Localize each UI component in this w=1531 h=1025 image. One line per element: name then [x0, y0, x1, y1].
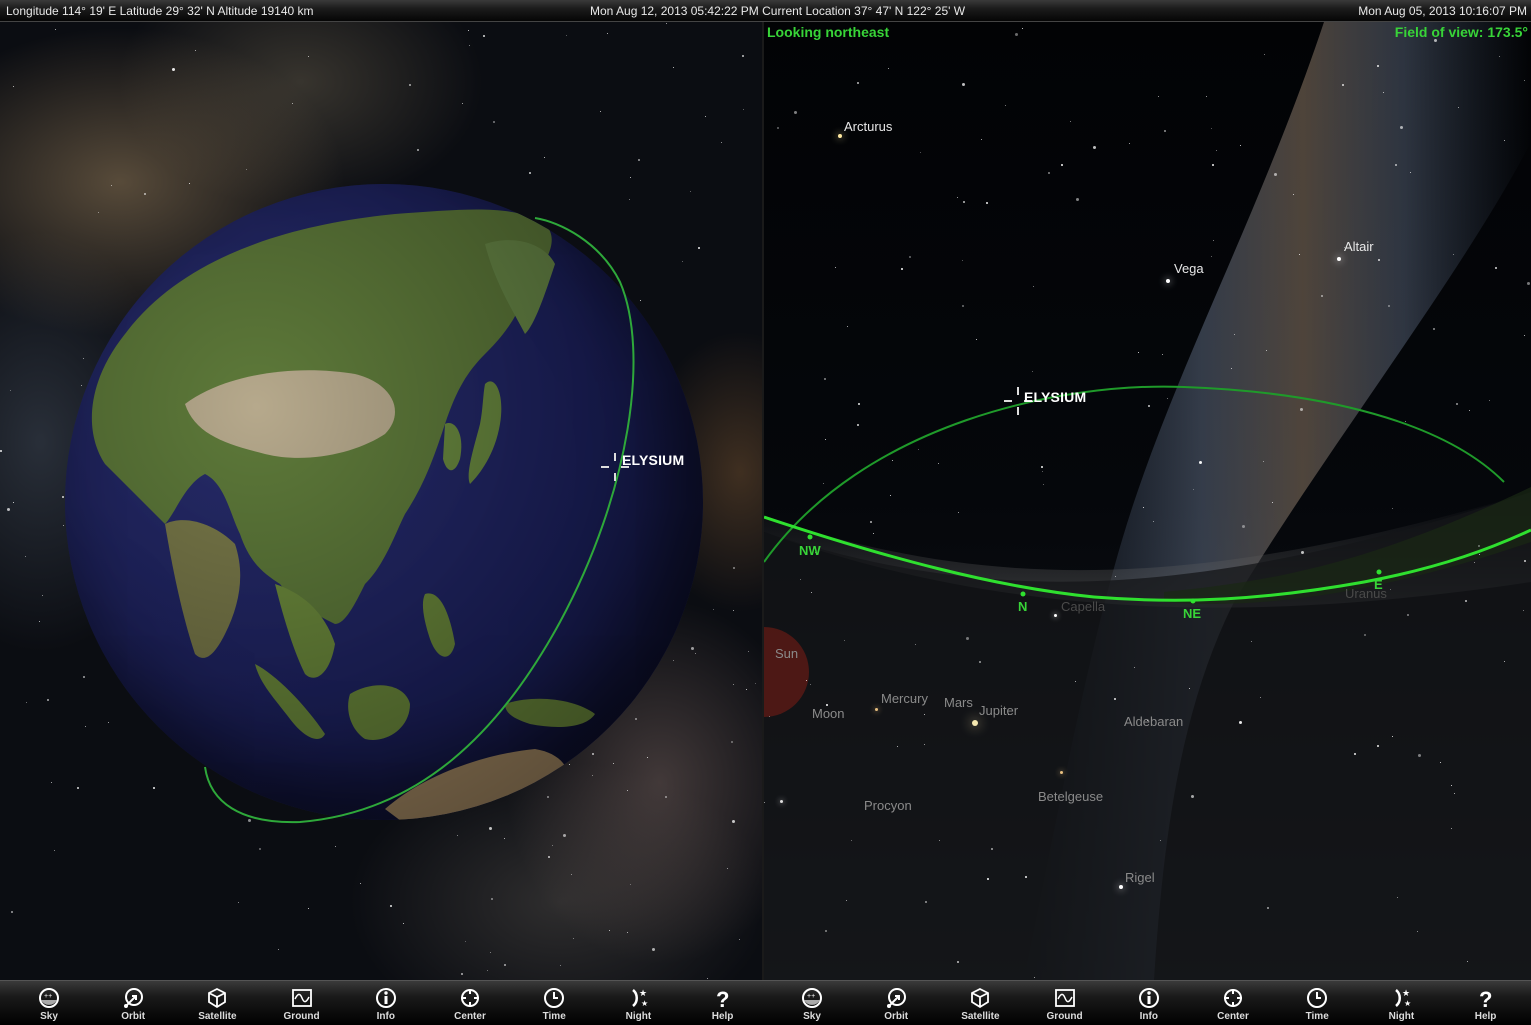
satellite-pass-path	[764, 385, 1505, 563]
nw-tick	[807, 534, 813, 540]
ground-track-icon	[291, 989, 312, 1007]
toolbar-button-time[interactable]: Time	[519, 981, 589, 1025]
compass-ne: NE	[1183, 606, 1202, 621]
toolbar-button-satellite[interactable]: Satellite	[182, 981, 252, 1025]
orbit-path	[204, 217, 635, 824]
clock-icon	[1307, 988, 1328, 1008]
crosshair-icon	[461, 989, 479, 1007]
svg-text:++: ++	[44, 993, 52, 1000]
compass-nw: NW	[799, 543, 821, 558]
toolbar-button-label: Help	[711, 1011, 734, 1022]
globe-view[interactable]: ELYSIUM	[0, 22, 762, 980]
n-tick	[1020, 591, 1026, 597]
compass-n: N	[1018, 599, 1028, 614]
label-uranus[interactable]: Uranus	[1345, 586, 1387, 601]
toolbar-button-info[interactable]: Info	[1114, 981, 1184, 1025]
clock-icon	[544, 988, 565, 1008]
star-label-altair[interactable]: Altair	[1344, 239, 1374, 254]
orbit-icon	[124, 988, 144, 1008]
svg-text:++: ++	[807, 993, 815, 1000]
toolbar-button-label: Info	[376, 1011, 395, 1022]
label-betelgeuse[interactable]: Betelgeuse	[1038, 789, 1103, 804]
satellite-label[interactable]: ELYSIUM	[1024, 389, 1086, 405]
ground-track-icon	[1054, 989, 1075, 1007]
orbit-track	[204, 217, 635, 824]
satellite-cube-icon	[971, 987, 990, 1009]
star-label-arcturus[interactable]: Arcturus	[844, 119, 892, 134]
toolbar-button-label: Ground	[1046, 1011, 1083, 1022]
label-capella[interactable]: Capella	[1061, 599, 1105, 614]
toolbar-button-center[interactable]: Center	[435, 981, 505, 1025]
toolbar-button-orbit[interactable]: Orbit	[98, 981, 168, 1025]
toolbar-button-label: Time	[1305, 1011, 1329, 1022]
toolbar-button-sky[interactable]: ++ Sky	[777, 981, 847, 1025]
toolbar-button-label: Ground	[283, 1011, 320, 1022]
satellite-cube-icon	[208, 987, 227, 1009]
question-icon: ?	[1479, 987, 1492, 1009]
svg-text:★: ★	[1402, 988, 1410, 998]
toolbar-button-label: Orbit	[884, 1011, 909, 1022]
toolbar-button-label: Time	[542, 1011, 566, 1022]
bottom-toolbar: ++ Sky Orbit Satellite Ground Info Center Time ★…	[0, 980, 1531, 1025]
toolbar-button-orbit[interactable]: Orbit	[861, 981, 931, 1025]
toolbar-button-label: Satellite	[198, 1011, 237, 1022]
current-datetime-location: Mon Aug 12, 2013 05:42:22 PM Current Loc…	[590, 4, 966, 18]
svg-text:?: ?	[1479, 987, 1492, 1009]
toolbar-button-label: Sky	[803, 1011, 821, 1022]
moon-stars-icon: ★★	[1395, 988, 1412, 1008]
toolbar-button-label: Orbit	[121, 1011, 146, 1022]
toolbar-button-label: Night	[1388, 1011, 1415, 1022]
svg-text:★: ★	[1404, 999, 1411, 1008]
label-rigel[interactable]: Rigel	[1125, 870, 1155, 885]
satellite-label[interactable]: ELYSIUM	[622, 452, 684, 468]
label-moon[interactable]: Moon	[812, 706, 845, 721]
star-label-vega[interactable]: Vega	[1174, 261, 1204, 276]
sky-view[interactable]: Looking northeast Field of view: 173.5° …	[764, 22, 1531, 980]
toolbar-button-label: Center	[454, 1011, 486, 1022]
toolbar-button-help[interactable]: ? Help	[688, 981, 758, 1025]
sky-overlays	[764, 385, 1531, 604]
orbit-icon	[887, 988, 907, 1008]
toolbar-button-night[interactable]: ★ ★ Night	[1366, 981, 1436, 1025]
toolbar-button-sky[interactable]: ++ Sky	[14, 981, 84, 1025]
toolbar-button-satellite[interactable]: Satellite	[945, 981, 1015, 1025]
svg-text:?: ?	[716, 987, 729, 1009]
info-icon	[375, 988, 396, 1008]
toolbar-button-info[interactable]: Info	[351, 981, 421, 1025]
toolbar-button-label: Info	[1139, 1011, 1158, 1022]
label-aldebaran[interactable]: Aldebaran	[1124, 714, 1183, 729]
toolbar-button-label: Satellite	[961, 1011, 1000, 1022]
toolbar-button-help[interactable]: ? Help	[1451, 981, 1521, 1025]
moon-stars-icon: ★★	[632, 988, 649, 1008]
sky-datetime: Mon Aug 05, 2013 10:16:07 PM	[1358, 4, 1527, 18]
info-icon	[1138, 988, 1159, 1008]
field-of-view: Field of view: 173.5°	[1394, 24, 1528, 40]
toolbar-button-label: Help	[1474, 1011, 1497, 1022]
horizon-line	[764, 515, 1531, 602]
label-jupiter[interactable]: Jupiter	[979, 703, 1018, 718]
question-icon: ?	[716, 987, 729, 1009]
e-tick	[1376, 569, 1382, 575]
svg-text:★: ★	[639, 988, 647, 998]
toolbar-button-label: Center	[1217, 1011, 1249, 1022]
toolbar-button-center[interactable]: Center	[1198, 981, 1268, 1025]
label-mars[interactable]: Mars	[944, 695, 973, 710]
toolbar-button-night[interactable]: ★ ★ Night	[603, 981, 673, 1025]
ne-tick	[1190, 598, 1196, 604]
looking-direction: Looking northeast	[767, 24, 890, 40]
label-sun[interactable]: Sun	[775, 646, 798, 661]
sky-icon: ++	[39, 988, 59, 1008]
toolbar-button-ground[interactable]: Ground	[267, 981, 337, 1025]
toolbar-button-time[interactable]: Time	[1282, 981, 1352, 1025]
sky-icon: ++	[802, 988, 822, 1008]
toolbar-button-label: Night	[625, 1011, 652, 1022]
toolbar-button-ground[interactable]: Ground	[1030, 981, 1100, 1025]
label-procyon[interactable]: Procyon	[864, 798, 912, 813]
observer-coordinates: Longitude 114° 19' E Latitude 29° 32' N …	[6, 4, 314, 18]
status-bar: Longitude 114° 19' E Latitude 29° 32' N …	[0, 0, 1531, 22]
label-mercury[interactable]: Mercury	[881, 691, 928, 706]
svg-text:★: ★	[641, 999, 648, 1008]
crosshair-icon	[1224, 989, 1242, 1007]
toolbar-button-label: Sky	[40, 1011, 58, 1022]
